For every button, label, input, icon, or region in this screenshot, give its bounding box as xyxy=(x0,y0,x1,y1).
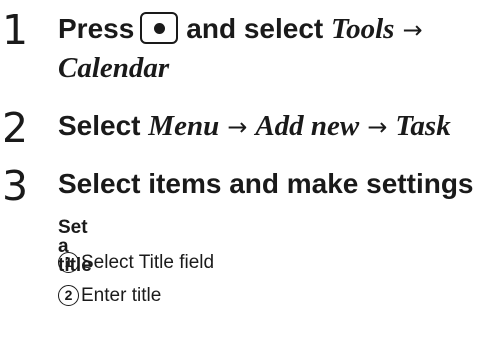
substep-text: Enter title xyxy=(81,285,162,306)
key-dot xyxy=(153,22,165,34)
arrow-icon: → xyxy=(402,16,423,44)
step-number: 1 xyxy=(2,6,29,54)
center-select-key-icon xyxy=(140,12,179,44)
menu-path-add-new: Add new xyxy=(255,110,360,142)
circled-number-2: 2 xyxy=(58,285,79,306)
substep-item: 2 Enter title xyxy=(58,285,161,306)
step-1-continuation: Calendar xyxy=(58,54,169,83)
substep-text: Select Title field xyxy=(81,252,215,273)
step-2-prefix: Select xyxy=(58,110,141,141)
step-2-instruction: Select Menu → Add new → Task xyxy=(58,112,451,141)
step-number: 3 xyxy=(2,162,29,210)
menu-path-menu: Menu xyxy=(148,110,220,142)
menu-path-task: Task xyxy=(395,110,451,142)
step-1-prefix: Press xyxy=(58,13,135,44)
step-number: 2 xyxy=(2,104,29,152)
arrow-icon: → xyxy=(367,113,388,141)
substep-item: 1 Select Title field xyxy=(58,252,214,273)
step-1-instruction: Press and select Tools → xyxy=(58,12,431,44)
arrow-icon: → xyxy=(227,113,248,141)
step-3-instruction: Select items and make settings xyxy=(58,168,474,199)
step-1-middle: and select xyxy=(186,13,324,44)
circled-number-1: 1 xyxy=(58,252,79,273)
menu-path-tools: Tools xyxy=(331,13,395,45)
menu-path-calendar: Calendar xyxy=(58,52,170,84)
